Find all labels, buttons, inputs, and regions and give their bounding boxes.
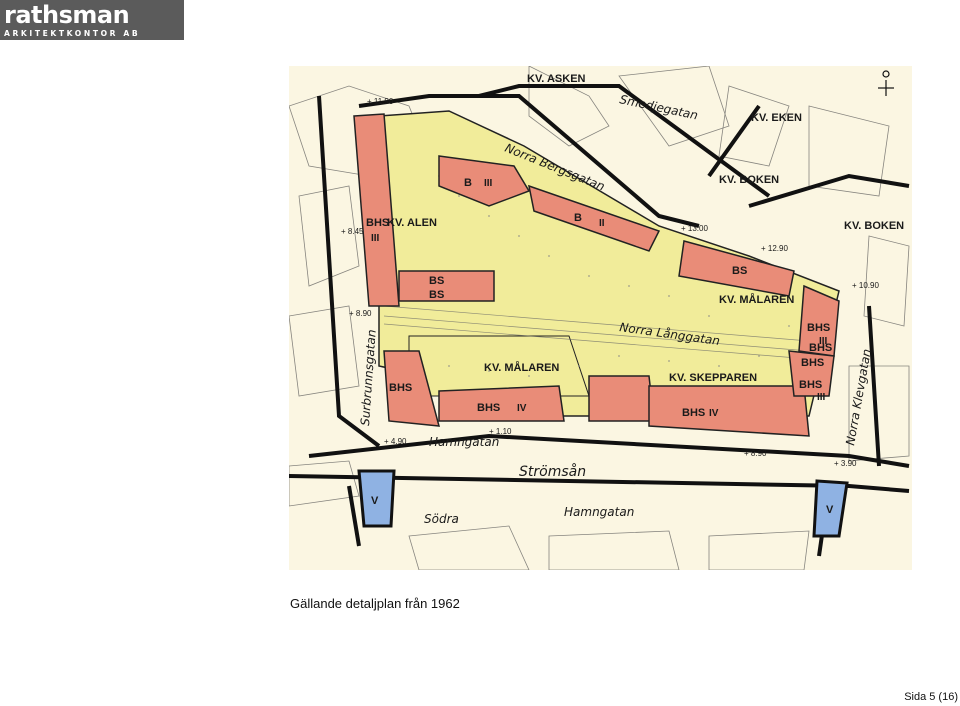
height-label: + 1.10 (489, 427, 512, 436)
zone-label: BHS (366, 217, 389, 229)
zone-label: BS (732, 265, 747, 277)
street-sodra: Södra (424, 512, 459, 526)
height-label: + 8.90 (744, 449, 767, 458)
block-label-malaren-1: KV. MÅLAREN (719, 293, 794, 306)
logo-brand: rathsman (4, 1, 130, 29)
floor-label: IV (517, 403, 527, 414)
map-drawing: KV. ASKEN KV. EKEN KV. BOKEN KV. BOKEN K… (289, 66, 910, 570)
floor-label: III (819, 336, 828, 347)
block-label-boken-1: KV. BOKEN (719, 174, 779, 186)
street-surbrunnsgatan: Surbrunnsgatan (358, 329, 379, 426)
logo-subtitle: ARKITEKTKONTOR AB (4, 29, 141, 38)
map-caption: Gällande detaljplan från 1962 (290, 596, 460, 611)
zone-label: BHS (801, 357, 824, 369)
zone-label: V (371, 495, 379, 507)
zone-label: B (464, 177, 472, 189)
page-number: Sida 5 (16) (904, 691, 958, 703)
zone-label: BHS (807, 322, 830, 334)
street-hamngatan-south: Hamngatan (564, 505, 634, 519)
height-label: + 4.90 (384, 437, 407, 446)
zone-label: BHS (682, 407, 705, 419)
zone-label: BHS (799, 379, 822, 391)
floor-label: III (371, 233, 380, 244)
zone-label: BHS (477, 402, 500, 414)
block-label-boken-2: KV. BOKEN (844, 220, 904, 232)
company-logo: rathsman ARKITEKTKONTOR AB (0, 0, 184, 40)
height-label: + 10.90 (852, 281, 879, 290)
floor-label: III (484, 178, 493, 189)
height-label: + 8.45 (341, 227, 364, 236)
zone-label: B (574, 212, 582, 224)
height-label: + 12.90 (761, 244, 788, 253)
street-stromsan: Strömsån (519, 463, 586, 480)
height-label: + 13.00 (681, 224, 708, 233)
zone-label: BS (429, 275, 444, 287)
block-label-skepparen: KV. SKEPPAREN (669, 372, 757, 384)
height-label: + 11.90 (367, 97, 394, 106)
block-label-asken: KV. ASKEN (527, 73, 586, 85)
street-smedjegatan: Smedjegatan (618, 92, 699, 122)
block-label-alen: KV. ALEN (387, 217, 437, 229)
north-arrow-icon (878, 70, 894, 96)
block-label-malaren-2: KV. MÅLAREN (484, 361, 559, 374)
detail-plan-map: KV. ASKEN KV. EKEN KV. BOKEN KV. BOKEN K… (289, 66, 912, 570)
floor-label: II (599, 218, 605, 229)
height-label: + 3.90 (834, 459, 857, 468)
block-label-eken: KV. EKEN (751, 112, 802, 124)
zone-label: V (826, 504, 834, 516)
floor-label: IV (709, 408, 719, 419)
zone-label: BHS (389, 382, 412, 394)
street-norra-klevgatan: Norra Klevgatan (843, 348, 874, 447)
street-hamngatan-north: Hamngatan (429, 435, 499, 449)
floor-label: III (817, 392, 826, 403)
zone-label: BS (429, 289, 444, 301)
height-label: + 8.90 (349, 309, 372, 318)
